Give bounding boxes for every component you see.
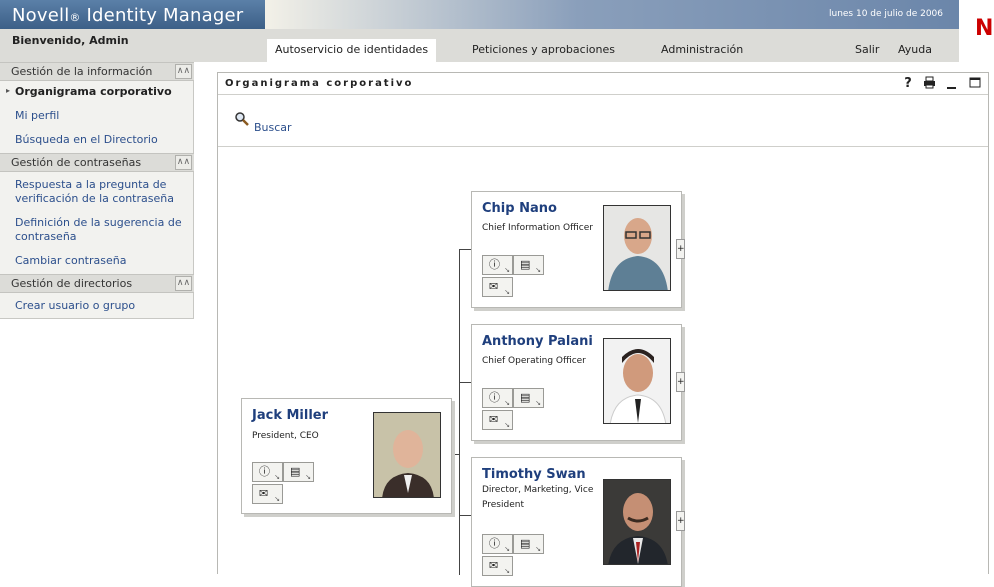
portlet-title-bar: Organigrama corporativo ? (218, 73, 988, 95)
person-title: Chief Operating Officer (482, 356, 586, 366)
help-link[interactable]: Ayuda (890, 39, 940, 62)
help-icon[interactable]: ? (901, 76, 915, 91)
chevron-double-up-icon[interactable]: ∧∧ (175, 276, 192, 291)
sidebar-item-change-password[interactable]: Cambiar contraseña (15, 254, 191, 268)
person-title: Chief Information Officer (482, 223, 593, 233)
print-icon[interactable] (922, 76, 936, 91)
org-chart-icon[interactable]: ▤ ↘ (513, 388, 544, 408)
logout-link[interactable]: Salir (847, 39, 887, 62)
chevron-double-up-icon[interactable]: ∧∧ (175, 155, 192, 170)
search-link[interactable]: Buscar (254, 121, 292, 134)
org-card-report-3[interactable]: Timothy Swan Director, Marketing, Vice P… (471, 457, 682, 587)
search-bar: Buscar (218, 95, 988, 147)
section-header-directories[interactable]: Gestión de directorios ∧∧ (0, 274, 194, 293)
org-card-root[interactable]: Jack Miller President, CEO ⓘ ↘ ▤ ↘ ✉ ↘ (241, 398, 452, 514)
section-title: Gestión de directorios (11, 277, 133, 290)
date-banner: lunes 10 de julio de 2006 (265, 0, 959, 29)
person-title: President, CEO (252, 431, 319, 441)
portlet-title: Organigrama corporativo (225, 78, 414, 89)
app-product: Identity Manager (86, 5, 244, 26)
sidebar-item-org-chart[interactable]: Organigrama corporativo (15, 85, 191, 99)
email-icon[interactable]: ✉ ↘ (482, 277, 513, 297)
email-icon[interactable]: ✉ ↘ (482, 556, 513, 576)
email-icon[interactable]: ✉ ↘ (252, 484, 283, 504)
tab-administration[interactable]: Administración (653, 39, 751, 62)
org-card-report-1[interactable]: Chip Nano Chief Information Officer ⓘ ↘ ▤… (471, 191, 682, 308)
person-name[interactable]: Anthony Palani (482, 334, 593, 349)
info-icon[interactable]: ⓘ ↘ (482, 255, 513, 275)
info-icon[interactable]: ⓘ ↘ (482, 534, 513, 554)
expand-button[interactable]: + (676, 372, 685, 392)
registered-mark: ® (69, 11, 81, 24)
welcome-message: Bienvenido, Admin (12, 34, 129, 47)
sidebar: Gestión de la información ∧∧ ▸ Organigra… (0, 62, 194, 319)
app-name: Novell (12, 5, 70, 26)
section-title: Gestión de la información (11, 65, 153, 78)
expand-button[interactable]: + (676, 511, 685, 531)
org-chart-icon[interactable]: ▤ ↘ (283, 462, 314, 482)
org-connector (459, 249, 471, 250)
sidebar-item-directory-search[interactable]: Búsqueda en el Directorio (15, 133, 191, 147)
novell-logo: N (959, 0, 994, 62)
chevron-double-up-icon[interactable]: ∧∧ (175, 64, 192, 79)
org-connector (459, 249, 460, 575)
app-title: Novell® Identity Manager (0, 0, 265, 29)
sidebar-item-my-profile[interactable]: Mi perfil (15, 109, 191, 123)
info-icon[interactable]: ⓘ ↘ (252, 462, 283, 482)
email-icon[interactable]: ✉ ↘ (482, 410, 513, 430)
maximize-icon[interactable] (968, 76, 982, 91)
person-name[interactable]: Jack Miller (252, 408, 328, 423)
sidebar-item-password-hint[interactable]: Definición de la sugerencia de contraseñ… (15, 216, 191, 244)
info-icon[interactable]: ⓘ ↘ (482, 388, 513, 408)
person-title: Director, Marketing, Vice President (482, 485, 594, 510)
org-connector (459, 382, 471, 383)
bullet-icon: ▸ (6, 86, 11, 95)
main-nav: Autoservicio de identidades Peticiones y… (265, 39, 959, 62)
org-connector (459, 515, 471, 516)
app-header: Novell® Identity Manager lunes 10 de jul… (0, 0, 994, 62)
section-header-information[interactable]: Gestión de la información ∧∧ (0, 62, 194, 81)
section-header-passwords[interactable]: Gestión de contraseñas ∧∧ (0, 153, 194, 172)
person-photo (603, 479, 671, 565)
section-title: Gestión de contraseñas (11, 156, 142, 169)
person-name[interactable]: Chip Nano (482, 201, 557, 216)
person-photo (603, 338, 671, 424)
minimize-icon[interactable] (945, 76, 959, 91)
magnifier-icon[interactable] (234, 111, 250, 127)
org-chart-icon[interactable]: ▤ ↘ (513, 255, 544, 275)
org-chart-portlet: Organigrama corporativo ? Buscar Jack Mi… (217, 72, 989, 587)
current-date: lunes 10 de julio de 2006 (828, 9, 943, 19)
tab-requests-approvals[interactable]: Peticiones y aprobaciones (464, 39, 623, 62)
sidebar-item-challenge-response[interactable]: Respuesta a la pregunta de verificación … (15, 178, 191, 206)
org-card-report-2[interactable]: Anthony Palani Chief Operating Officer ⓘ… (471, 324, 682, 441)
tab-self-service[interactable]: Autoservicio de identidades (267, 39, 437, 62)
person-photo (373, 412, 441, 498)
org-chart-icon[interactable]: ▤ ↘ (513, 534, 544, 554)
expand-button[interactable]: + (676, 239, 685, 259)
person-name[interactable]: Timothy Swan (482, 467, 586, 482)
sidebar-item-create-user-group[interactable]: Crear usuario o grupo (15, 299, 191, 313)
person-photo (603, 205, 671, 291)
